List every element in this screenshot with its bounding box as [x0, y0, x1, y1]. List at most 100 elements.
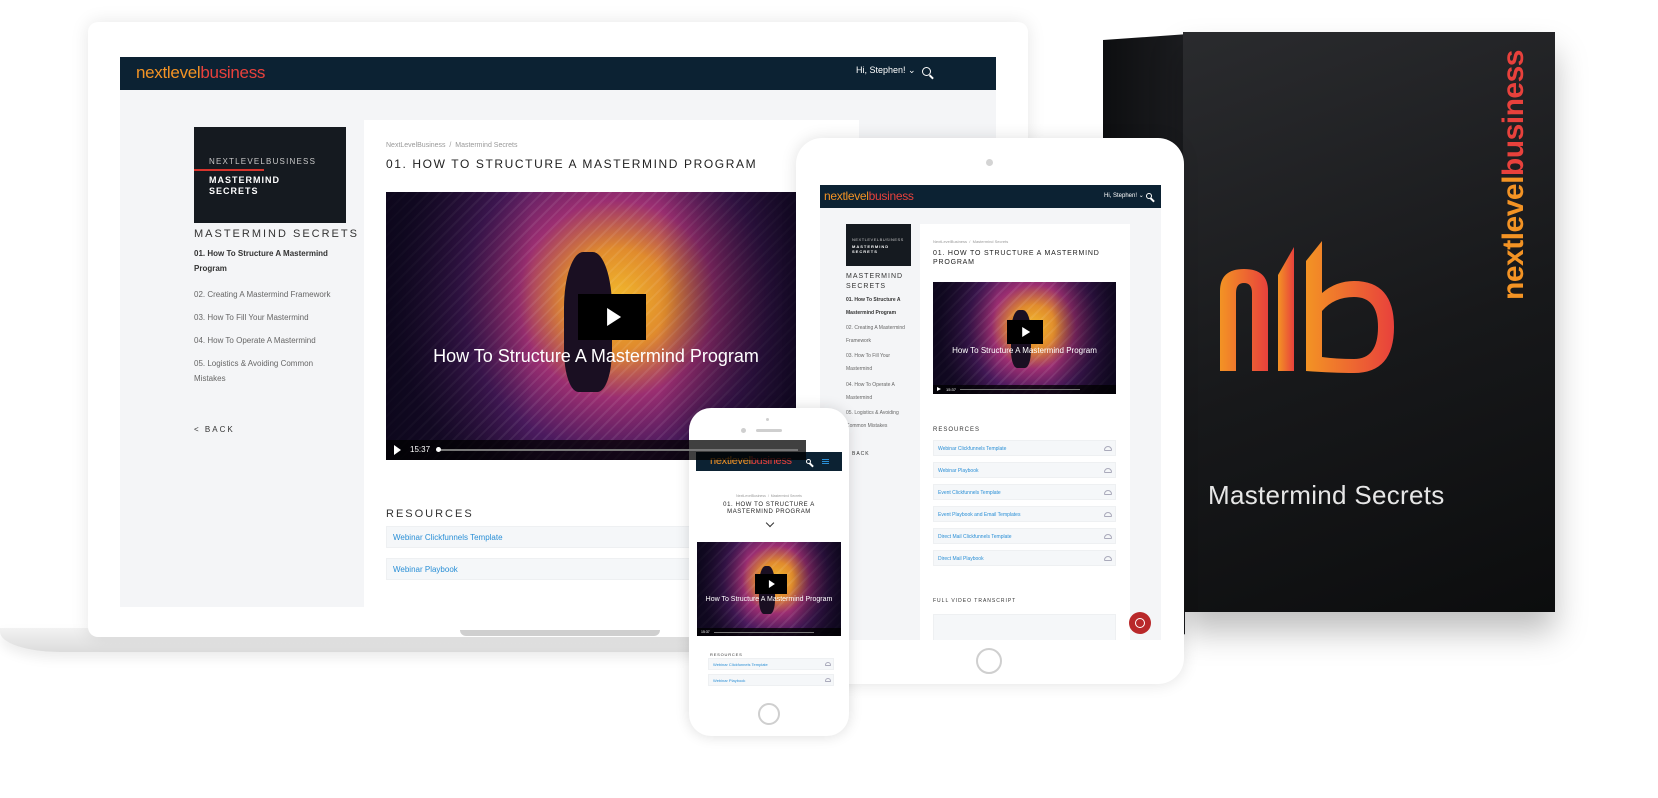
phone-video-progress-track[interactable] [714, 632, 814, 633]
tablet-card-brand: NEXTLEVELBUSINESS [852, 237, 904, 242]
tablet-site-header: nextlevelbusiness Hi, Stephen! ⌄ [820, 185, 1161, 208]
product-box-title: Mastermind Secrets [1208, 480, 1445, 510]
phone-resource-link-1[interactable]: Webinar Clickfunnels Template [713, 662, 768, 667]
tablet-breadcrumb-home[interactable]: NextLevelBusiness [933, 239, 967, 244]
course-card-brand: NEXTLEVELBUSINESS [209, 157, 317, 166]
tablet-resource-row-1[interactable]: Webinar Clickfunnels Template [933, 440, 1116, 456]
phone-video-player[interactable]: How To Structure A Mastermind Program 15… [697, 542, 841, 636]
download-cloud-icon[interactable] [1104, 534, 1112, 539]
download-cloud-icon[interactable] [1104, 468, 1112, 473]
lesson-title: 01. HOW TO STRUCTURE A MASTERMIND PROGRA… [386, 157, 758, 171]
tablet-breadcrumb-course[interactable]: Mastermind Secrets [973, 239, 1009, 244]
phone-resource-link-2[interactable]: Webinar Playbook [713, 678, 745, 683]
breadcrumb-course[interactable]: Mastermind Secrets [455, 142, 517, 149]
control-play-icon[interactable] [394, 445, 401, 455]
site-logo[interactable]: nextlevelbusiness [136, 63, 265, 83]
tablet-play-button[interactable] [1007, 320, 1043, 344]
search-icon[interactable] [922, 67, 931, 76]
tablet-site-logo[interactable]: nextlevelbusiness [824, 189, 914, 203]
tablet-resource-link-2[interactable]: Webinar Playbook [938, 468, 979, 474]
phone-breadcrumb-course[interactable]: Mastermind Secrets [771, 494, 802, 498]
laptop-notch [460, 630, 660, 636]
tablet-resource-link-4[interactable]: Event Playbook and Email Templates [938, 512, 1020, 518]
user-menu[interactable]: Hi, Stephen! ⌄ [856, 65, 916, 76]
transcript-box[interactable] [933, 614, 1116, 640]
chat-icon[interactable] [1129, 612, 1151, 634]
phone-breadcrumb: NextLevelBusiness / Mastermind Secrets [696, 494, 842, 498]
tablet-video-controls: 15:37 [933, 385, 1116, 394]
tablet-resource-link-6[interactable]: Direct Mail Playbook [938, 556, 984, 562]
tablet-resource-row-4[interactable]: Event Playbook and Email Templates [933, 506, 1116, 522]
sidebar-lesson-3[interactable]: 03. How To Fill Your Mastermind [194, 311, 354, 326]
resource-link-1[interactable]: Webinar Clickfunnels Template [393, 533, 503, 542]
sidebar-lesson-2[interactable]: 02. Creating A Mastermind Framework [194, 288, 354, 303]
phone-video-controls: 15:37 [697, 628, 841, 636]
phone-lesson-title: 01. HOW TO STRUCTURE A MASTERMIND PROGRA… [723, 502, 815, 516]
video-caption: How To Structure A Mastermind Program [433, 346, 759, 366]
resource-link-2[interactable]: Webinar Playbook [393, 565, 458, 574]
logo-text-2: business [200, 63, 266, 82]
tablet-user-menu[interactable]: Hi, Stephen! ⌄ [1104, 192, 1144, 199]
tablet-resource-row-5[interactable]: Direct Mail Clickfunnels Template [933, 528, 1116, 544]
back-link[interactable]: < BACK [194, 425, 235, 434]
tablet-back-link[interactable]: BACK [852, 451, 870, 457]
download-cloud-icon[interactable] [1104, 512, 1112, 517]
tablet-control-play-icon[interactable] [937, 387, 941, 391]
tablet-resource-link-1[interactable]: Webinar Clickfunnels Template [938, 446, 1006, 452]
phone-resources-title: RESOURCES [710, 652, 743, 657]
sidebar-lesson-1[interactable]: 01. How To Structure A Mastermind Progra… [194, 247, 344, 277]
tablet-lesson-5[interactable]: 05. Logistics & Avoiding Common Mistakes [846, 407, 911, 432]
tablet-lesson-3[interactable]: 03. How To Fill Your Mastermind [846, 350, 911, 375]
tablet-lesson-title: 01. HOW TO STRUCTURE A MASTERMIND PROGRA… [933, 250, 1100, 267]
phone-search-icon[interactable] [806, 459, 811, 464]
tablet-resource-row-6[interactable]: Direct Mail Playbook [933, 550, 1116, 566]
download-cloud-icon[interactable] [1104, 556, 1112, 561]
course-card-title: MASTERMIND SECRETS [209, 175, 280, 198]
tablet-sidebar-title: MASTERMIND SECRETS [846, 273, 904, 291]
course-card-title-line2: SECRETS [209, 186, 259, 197]
download-cloud-icon[interactable] [1104, 490, 1112, 495]
phone-sensor [766, 418, 769, 421]
sidebar-lesson-5[interactable]: 05. Logistics & Avoiding Common Mistakes [194, 357, 324, 387]
tablet-lesson-4[interactable]: 04. How To Operate A Mastermind [846, 379, 911, 404]
tablet-lesson-2[interactable]: 02. Creating A Mastermind Framework [846, 322, 911, 347]
tablet-logo-text-1: nextlevel [824, 189, 869, 203]
tablet-resource-link-5[interactable]: Direct Mail Clickfunnels Template [938, 534, 1012, 540]
phone-home-button [758, 703, 780, 725]
tablet-breadcrumb-separator: / [969, 239, 971, 244]
phone-play-button[interactable] [755, 574, 787, 594]
tablet-search-icon[interactable] [1146, 193, 1152, 199]
download-cloud-icon[interactable] [825, 662, 831, 666]
tablet-video-progress-track[interactable] [960, 389, 1080, 390]
video-progress-handle[interactable] [436, 447, 441, 452]
download-cloud-icon[interactable] [825, 678, 831, 682]
phone-breadcrumb-home[interactable]: NextLevelBusiness [736, 494, 766, 498]
play-button[interactable]: .laptop-screen .play-btn::after{border-w… [578, 294, 646, 340]
course-card-title-line1: MASTERMIND [209, 175, 280, 185]
tablet-breadcrumb: NextLevelBusiness / Mastermind Secrets [933, 239, 1008, 244]
tablet-video-duration: 15:37 [946, 387, 957, 392]
tablet-resource-row-2[interactable]: Webinar Playbook [933, 462, 1116, 478]
breadcrumb-home[interactable]: NextLevelBusiness [386, 142, 446, 149]
site-header: nextlevelbusiness Hi, Stephen! ⌄ [120, 57, 996, 90]
spine-text-2: business [1497, 50, 1530, 177]
phone-resource-row-2[interactable]: Webinar Playbook [708, 674, 834, 686]
tablet-logo-text-2: business [868, 189, 914, 203]
tablet-resource-row-3[interactable]: Event Clickfunnels Template [933, 484, 1116, 500]
sidebar-lesson-4[interactable]: 04. How To Operate A Mastermind [194, 334, 354, 349]
hamburger-menu-icon[interactable] [822, 461, 829, 462]
tablet-video-player[interactable]: How To Structure A Mastermind Program 15… [933, 282, 1116, 394]
tablet-lesson-1[interactable]: 01. How To Structure A Mastermind Progra… [846, 294, 911, 319]
tablet-card-title: MASTERMIND SECRETS [852, 244, 889, 254]
tablet-transcript-title: FULL VIDEO TRANSCRIPT [933, 598, 1017, 604]
sidebar-title: MASTERMIND SECRETS [194, 228, 359, 240]
download-cloud-icon[interactable] [1104, 446, 1112, 451]
phone-resource-row-1[interactable]: Webinar Clickfunnels Template [708, 658, 834, 670]
video-progress-track[interactable] [438, 449, 798, 451]
product-box-spine-logo: nextlevelbusiness [1497, 50, 1531, 300]
tablet-resource-link-3[interactable]: Event Clickfunnels Template [938, 490, 1001, 496]
breadcrumb-separator: / [449, 142, 452, 149]
video-controls: 15:37 [386, 440, 806, 460]
course-card-divider [194, 169, 264, 171]
chevron-down-icon[interactable] [765, 518, 775, 528]
